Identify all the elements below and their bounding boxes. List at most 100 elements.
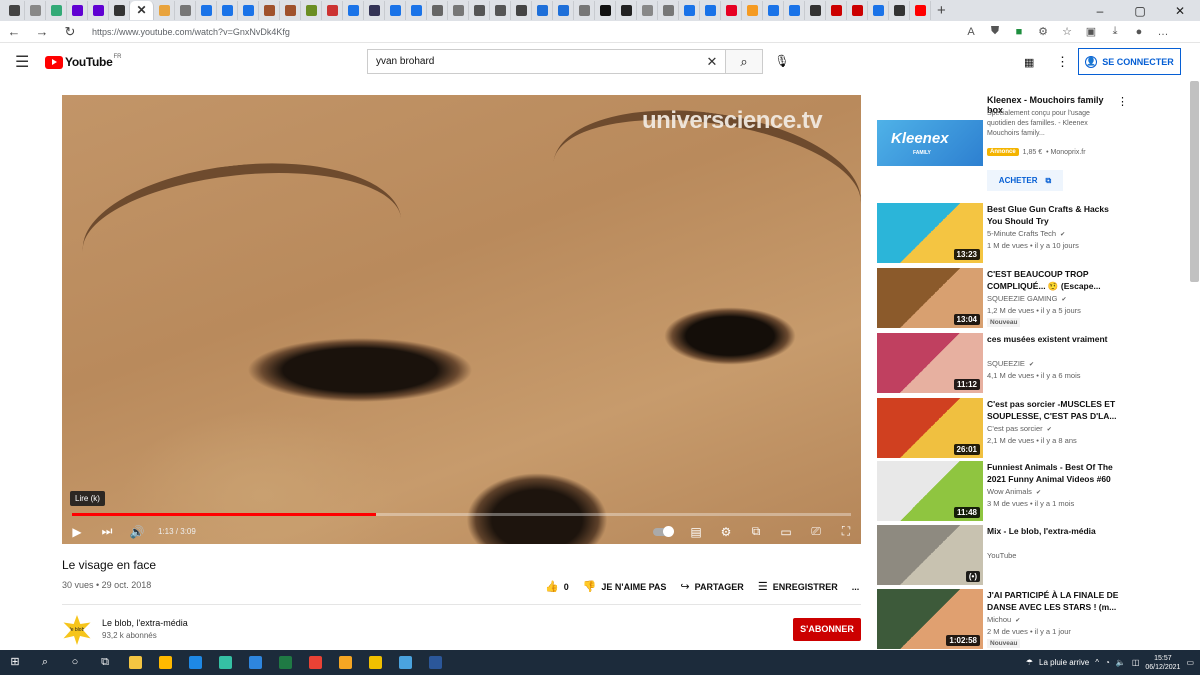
recommendation-title[interactable]: Best Glue Gun Crafts & Hacks You Should … (987, 203, 1122, 227)
store-icon[interactable] (150, 650, 180, 675)
video-player[interactable]: universcience.tv Lire (k) ▶ ⏭ 🔊 1:13 / 3… (62, 95, 861, 544)
video-thumbnail[interactable]: 1:02:58 (877, 589, 983, 649)
sign-in-button[interactable]: 👤 SE CONNECTER (1078, 48, 1181, 75)
network-icon[interactable]: ◔ (1105, 658, 1110, 667)
mail-icon[interactable] (180, 650, 210, 675)
miniplayer-icon[interactable]: ⧉ (741, 524, 771, 539)
task-view-icon[interactable]: ⧉ (90, 650, 120, 675)
photos-icon[interactable] (390, 650, 420, 675)
ad-card[interactable]: Kleenex FAMILY Kleenex - Mouchoirs famil… (877, 93, 1137, 195)
theater-mode-icon[interactable]: ▭ (771, 525, 801, 539)
browser-tab[interactable] (322, 1, 343, 20)
weather-text[interactable]: La pluie arrive (1039, 658, 1089, 667)
chrome-icon[interactable] (300, 650, 330, 675)
favorites-icon[interactable]: ☆ (1060, 25, 1074, 38)
subtitles-icon[interactable]: ▤ (681, 525, 711, 539)
browser-tab[interactable] (238, 1, 259, 20)
browser-tab[interactable] (553, 1, 574, 20)
browser-tab[interactable] (532, 1, 553, 20)
recommendation-title[interactable]: J'AI PARTICIPÉ À LA FINALE DE DANSE AVEC… (987, 589, 1122, 613)
excel-icon[interactable] (270, 650, 300, 675)
browser-tab[interactable] (511, 1, 532, 20)
browser-tab[interactable] (259, 1, 280, 20)
autoplay-toggle[interactable] (653, 525, 674, 537)
url-field[interactable]: https://www.youtube.com/watch?v=GnxNvDk4… (92, 27, 964, 37)
video-thumbnail[interactable]: 13:23 (877, 203, 983, 263)
back-button[interactable]: ← (0, 24, 28, 39)
browser-tab[interactable] (109, 1, 130, 20)
save-button[interactable]: ☰ ENREGISTRER (758, 580, 838, 593)
weather-icon[interactable]: ☂ (1026, 658, 1033, 667)
browser-tab[interactable] (343, 1, 364, 20)
search-box[interactable]: yvan brohard ✕ (367, 49, 726, 74)
voice-search-button[interactable]: 🎙 (772, 49, 792, 74)
browser-tab[interactable] (4, 1, 25, 20)
settings-gear-icon[interactable]: ⚙ (711, 525, 741, 539)
browser-tab[interactable] (868, 1, 889, 20)
volume-icon[interactable]: 🔊 (122, 525, 152, 539)
browser-tab[interactable] (763, 1, 784, 20)
extension-check-icon[interactable]: ■ (1012, 26, 1026, 38)
recommendation-card[interactable]: 13:04 C'EST BEAUCOUP TROP COMPLIQUÉ... 🤨… (877, 268, 1137, 328)
like-button[interactable]: 👍 0 (545, 580, 569, 593)
browser-tab[interactable] (448, 1, 469, 20)
reader-icon[interactable]: A (964, 26, 978, 38)
browser-tab[interactable] (490, 1, 511, 20)
browser-tab[interactable] (364, 1, 385, 20)
browser-tab[interactable] (595, 1, 616, 20)
browser-tab[interactable] (196, 1, 217, 20)
recommendation-title[interactable]: C'est pas sorcier -MUSCLES ET SOUPLESSE,… (987, 398, 1122, 422)
browser-tab[interactable] (784, 1, 805, 20)
fullscreen-icon[interactable]: ⛶ (831, 524, 861, 539)
browser-tab[interactable] (700, 1, 721, 20)
browser-tab[interactable] (721, 1, 742, 20)
browser-tab[interactable] (25, 1, 46, 20)
maximize-button[interactable]: ▢ (1120, 4, 1160, 18)
tray-arrow-icon[interactable]: ^ (1095, 658, 1099, 667)
browser-tab[interactable] (826, 1, 847, 20)
more-options-icon[interactable]: ⋮ (1056, 54, 1069, 70)
hamburger-menu-icon[interactable]: ☰ (15, 52, 33, 72)
collections-icon[interactable]: ▣ (1084, 25, 1098, 38)
new-tab-button[interactable]: + (937, 2, 946, 19)
browser-tab[interactable] (154, 1, 175, 20)
browser-tab[interactable] (889, 1, 910, 20)
browser-tab[interactable] (175, 1, 196, 20)
browser-tab[interactable] (679, 1, 700, 20)
progress-bar[interactable] (72, 513, 851, 516)
ad-menu-icon[interactable]: ⋮ (1117, 95, 1128, 108)
calendar-icon[interactable] (240, 650, 270, 675)
play-icon[interactable]: ▶ (62, 525, 92, 539)
clock[interactable]: 15:57 06/12/2021 (1145, 654, 1180, 672)
browser-tab[interactable] (385, 1, 406, 20)
tracking-icon[interactable]: ⛊ (988, 25, 1002, 38)
browser-tab[interactable] (616, 1, 637, 20)
browser-tab[interactable] (574, 1, 595, 20)
dislike-button[interactable]: 👎 JE N'AIME PAS (583, 580, 667, 593)
recommendation-card[interactable]: 13:23 Best Glue Gun Crafts & Hacks You S… (877, 203, 1137, 263)
search-taskbar-icon[interactable]: ⌕ (30, 650, 60, 675)
windows-start-icon[interactable]: ⊞ (0, 650, 30, 675)
video-thumbnail[interactable]: 13:04 (877, 268, 983, 328)
search-button[interactable]: ⌕ (725, 49, 763, 74)
youtube-logo[interactable]: YouTube FR (45, 54, 121, 69)
recommendation-title[interactable]: Mix - Le blob, l'extra-média (987, 525, 1122, 537)
minimize-button[interactable]: – (1080, 4, 1120, 18)
search-input[interactable]: yvan brohard (368, 56, 699, 67)
browser-tab[interactable]: ✕ (130, 1, 154, 20)
file-explorer-icon[interactable] (120, 650, 150, 675)
recommendation-card[interactable]: 11:48 Funniest Animals - Best Of The 202… (877, 461, 1137, 521)
clear-search-icon[interactable]: ✕ (699, 54, 725, 70)
subscribe-button[interactable]: S'ABONNER (793, 618, 861, 641)
extension-icon[interactable]: ⚙ (1036, 25, 1050, 38)
notifications-icon[interactable]: ▭ (1186, 658, 1194, 667)
recommendation-title[interactable]: C'EST BEAUCOUP TROP COMPLIQUÉ... 🤨 (Esca… (987, 268, 1122, 292)
browser-tab[interactable] (46, 1, 67, 20)
browser-tab[interactable] (301, 1, 322, 20)
cortana-icon[interactable]: ○ (60, 650, 90, 675)
word-icon[interactable] (420, 650, 450, 675)
close-window-button[interactable]: ✕ (1160, 4, 1200, 18)
recommendation-title[interactable]: ces musées existent vraiment (987, 333, 1122, 345)
recommendation-card[interactable]: 26:01 C'est pas sorcier -MUSCLES ET SOUP… (877, 398, 1137, 458)
browser-tab[interactable] (910, 1, 931, 20)
